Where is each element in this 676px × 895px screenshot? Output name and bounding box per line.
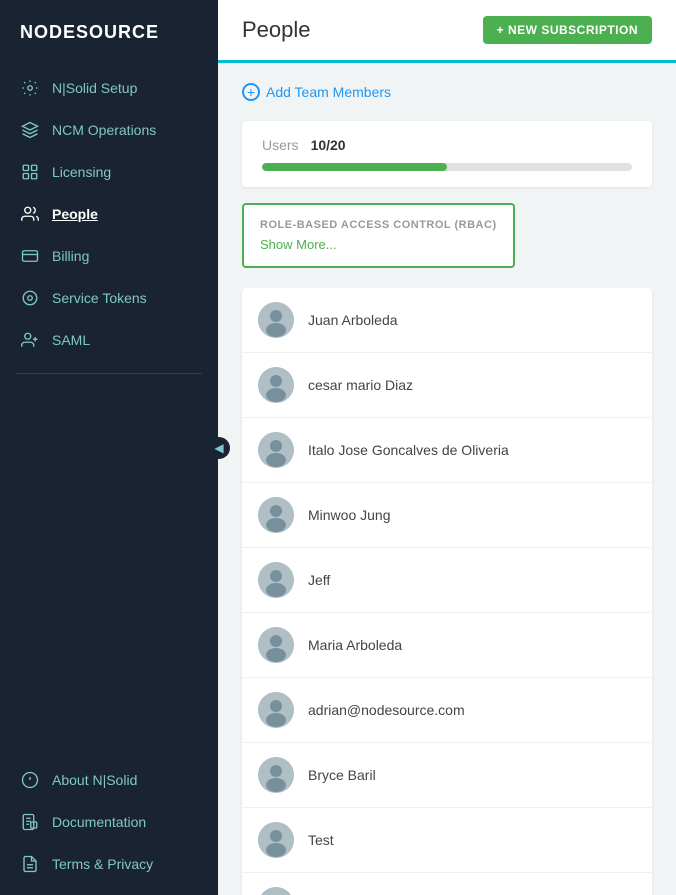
app-logo: NODESOURCE [0,0,218,63]
add-team-members-link[interactable]: + Add Team Members [242,83,652,101]
sidebar: NODESOURCE N|Solid Setup NCM Operations [0,0,218,895]
sidebar-nav: N|Solid Setup NCM Operations Licensing [0,63,218,759]
sidebar-item-licensing[interactable]: Licensing [0,151,218,193]
main-header: People + NEW SUBSCRIPTION [218,0,676,63]
billing-icon [20,246,40,266]
users-count: 10/20 [311,137,346,153]
info-icon [20,770,40,790]
rbac-title: ROLE-BASED ACCESS CONTROL (RBAC) [260,219,497,231]
gear-icon [20,78,40,98]
nav-divider [16,373,202,374]
person-name: Maria Arboleda [308,637,402,653]
person-name: cesar mario Diaz [308,377,413,393]
users-card: Users 10/20 [242,121,652,187]
avatar [258,887,294,895]
people-list: Juan Arboleda cesar mario Diaz Italo Jos… [242,288,652,895]
sidebar-item-label: Licensing [52,164,111,180]
collapse-arrow[interactable]: ◀ [208,437,230,459]
person-row[interactable]: Minwoo Jung [242,483,652,548]
person-row[interactable]: Bryce Baril [242,743,652,808]
avatar [258,822,294,858]
privacy-icon [20,854,40,874]
sidebar-item-label: Billing [52,248,89,264]
page-title: People [242,17,311,43]
sidebar-item-label: NCM Operations [52,122,156,138]
sidebar-item-label: Service Tokens [52,290,147,306]
main-content: People + NEW SUBSCRIPTION + Add Team Mem… [218,0,676,895]
sidebar-item-nsolid-setup[interactable]: N|Solid Setup [0,67,218,109]
person-name: Bryce Baril [308,767,376,783]
person-name: Minwoo Jung [308,507,391,523]
avatar [258,627,294,663]
person-name: Jeff [308,572,330,588]
sidebar-item-label: Terms & Privacy [52,856,153,872]
sidebar-item-label: N|Solid Setup [52,80,137,96]
avatar [258,562,294,598]
person-row[interactable]: Test [242,808,652,873]
person-name: Italo Jose Goncalves de Oliveria [308,442,509,458]
person-row[interactable]: santiago Gimeno [242,873,652,895]
sidebar-item-ncm-operations[interactable]: NCM Operations [0,109,218,151]
sidebar-item-label: SAML [52,332,90,348]
add-team-label: Add Team Members [266,84,391,100]
avatar [258,302,294,338]
main-body: + Add Team Members Users 10/20 ROLE-BASE… [218,63,676,895]
person-name: Test [308,832,334,848]
progress-bar-bg [262,163,632,171]
people-icon [20,204,40,224]
sidebar-item-service-tokens[interactable]: Service Tokens [0,277,218,319]
new-subscription-button[interactable]: + NEW SUBSCRIPTION [483,16,652,44]
doc-icon [20,812,40,832]
avatar [258,497,294,533]
sidebar-item-about-nsolid[interactable]: About N|Solid [0,759,218,801]
rbac-card: ROLE-BASED ACCESS CONTROL (RBAC) Show Mo… [242,203,515,268]
token-icon [20,288,40,308]
avatar [258,432,294,468]
saml-icon [20,330,40,350]
sidebar-item-people[interactable]: People [0,193,218,235]
avatar [258,692,294,728]
avatar [258,367,294,403]
users-label: Users [262,137,299,153]
sidebar-item-terms-privacy[interactable]: Terms & Privacy [0,843,218,885]
person-row[interactable]: Jeff [242,548,652,613]
person-name: Juan Arboleda [308,312,398,328]
tag-icon [20,162,40,182]
rbac-show-more-link[interactable]: Show More... [260,237,497,252]
tree-icon [20,120,40,140]
progress-bar-fill [262,163,447,171]
person-row[interactable]: Juan Arboleda [242,288,652,353]
sidebar-item-documentation[interactable]: Documentation [0,801,218,843]
person-name: adrian@nodesource.com [308,702,465,718]
person-row[interactable]: Maria Arboleda [242,613,652,678]
sidebar-item-label: About N|Solid [52,772,137,788]
sidebar-item-saml[interactable]: SAML [0,319,218,361]
plus-circle-icon: + [242,83,260,101]
person-row[interactable]: cesar mario Diaz [242,353,652,418]
person-row[interactable]: Italo Jose Goncalves de Oliveria [242,418,652,483]
users-header: Users 10/20 [262,137,632,153]
person-row[interactable]: adrian@nodesource.com [242,678,652,743]
sidebar-item-label: People [52,206,98,222]
avatar [258,757,294,793]
sidebar-item-label: Documentation [52,814,146,830]
sidebar-bottom: About N|Solid Documentation Terms & Priv… [0,759,218,895]
sidebar-item-billing[interactable]: Billing [0,235,218,277]
